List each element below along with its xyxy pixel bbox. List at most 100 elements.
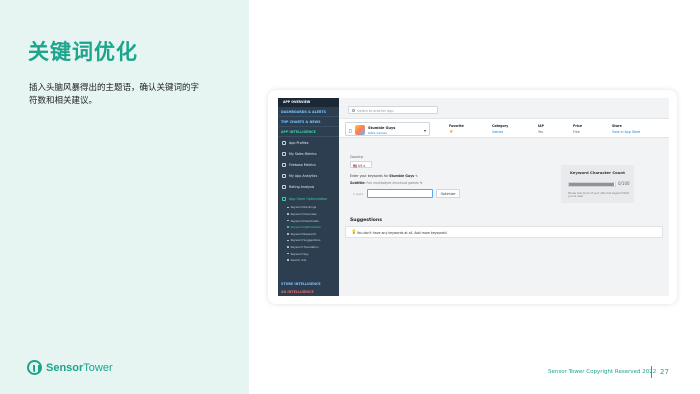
analytics-icon <box>282 174 286 179</box>
sidebar-item-label: Rating Analysis <box>289 185 315 190</box>
country-label: Country: <box>350 155 364 159</box>
suggestions-text: You don't have any keywords at all. Add … <box>357 231 448 235</box>
sidebar-subitem-keyword-optimization[interactable]: Keyword Optimization <box>278 224 339 231</box>
sidebar-header[interactable]: APP OVERVIEW <box>278 98 339 107</box>
keywords-app-name: Stumble Guys <box>389 174 415 178</box>
logo-text-bold: Sensor <box>46 361 84 374</box>
bullet-icon <box>287 233 289 235</box>
meta-value[interactable]: Games <box>492 130 508 134</box>
meta-key: IAP <box>538 124 544 128</box>
sales-metrics-icon <box>282 151 286 156</box>
edit-icon[interactable]: ✎ <box>415 174 418 178</box>
edit-icon[interactable]: ✎ <box>420 181 423 185</box>
app-name: Stumble Guys <box>368 126 396 130</box>
sidebar-item-rating-analysis[interactable]: Rating Analysis <box>278 182 339 193</box>
keyword-row-number: 1 (set) <box>353 191 363 196</box>
kcc-progress-bar <box>568 182 616 187</box>
sidebar-item-label: App Profiles <box>289 140 309 145</box>
sidebar-subitem-label: Keyword Translation <box>290 244 319 249</box>
sidebar-subitem-keyword-rankings[interactable]: Keyword Rankings <box>278 204 339 211</box>
sidebar-section-dashboards[interactable]: DASHBOARDS & ALERTS <box>278 107 339 117</box>
app-publisher[interactable]: Kitka Games <box>368 131 387 135</box>
bullet-icon <box>287 226 289 228</box>
sidebar-item-aso[interactable]: App Store Optimization <box>278 193 339 204</box>
footer-divider <box>651 366 652 378</box>
firebase-icon <box>282 162 286 167</box>
meta-category: Category Games <box>492 124 508 134</box>
country-select[interactable]: 🇺🇸 US ▾ <box>350 161 372 168</box>
bullet-icon <box>287 239 289 242</box>
sidebar-subitem-label: Search Ads <box>290 258 307 263</box>
sidebar-section-app-intelligence[interactable]: APP INTELLIGENCE <box>278 127 339 137</box>
meta-key: Price <box>573 124 583 128</box>
sidebar-subitem-keyword-research[interactable]: Keyword Research <box>278 231 339 238</box>
bullet-icon <box>287 213 289 215</box>
bullet-icon <box>287 219 289 222</box>
sidebar-subitem-label: Keyword Downloads <box>290 218 319 223</box>
app-profiles-icon <box>282 140 286 145</box>
sidebar-item-app-profiles[interactable]: App Profiles <box>278 137 339 148</box>
logo-text-light: Tower <box>83 361 113 374</box>
sidebar-item-sales-metrics[interactable]: My Sales Metrics <box>278 148 339 159</box>
suggestions-title: Suggestions <box>350 218 382 223</box>
meta-key: Favorite <box>449 124 464 128</box>
sidebar-item-label: My App Analytics <box>289 174 318 179</box>
suggestions-box: 💡 You don't have any keywords at all. Ad… <box>345 226 663 238</box>
app-selector[interactable]:  Stumble Guys Kitka Games ▾ <box>345 122 430 136</box>
view-in-app-store-link[interactable]: View in App Store <box>612 130 640 134</box>
sidebar-subitem-label: Keyword Research <box>290 231 317 236</box>
search-input[interactable]: Switch to another app <box>348 106 438 114</box>
sidebar-section-ad-intelligence[interactable]: AD INTELLIGENCE <box>281 290 336 294</box>
sensor-tower-logo-icon <box>27 360 42 375</box>
left-panel: 关键词优化 插入头脑风暴得出的主题语，确认关键词的字符数和相关建议。 Senso… <box>0 0 249 394</box>
meta-store: Store View in App Store <box>612 124 640 134</box>
sidebar-item-label: Firebase Metrics <box>289 162 316 167</box>
sidebar-subitem-search-ads[interactable]: Search Ads <box>278 257 339 264</box>
meta-favorite: Favorite ★ <box>449 124 464 135</box>
search-icon <box>352 109 355 113</box>
kcc-progress-fill <box>569 183 615 186</box>
subtitle-line: Subtitle: Fun multiplayer knockout games… <box>350 181 423 185</box>
sidebar-subitem-keyword-suggestions[interactable]: Keyword Suggestions <box>278 237 339 244</box>
meta-iap: IAP Yes <box>538 124 544 134</box>
sidebar-item-label: App Store Optimization <box>289 196 328 201</box>
app-window: APP OVERVIEW DASHBOARDS & ALERTS TOP CHA… <box>278 98 669 296</box>
copyright: Sensor Tower Copyright Reserved 2022 <box>548 369 657 375</box>
sidebar-section-top-charts[interactable]: TOP CHARTS & NEWS <box>278 117 339 127</box>
app-screenshot-card: APP OVERVIEW DASHBOARDS & ALERTS TOP CHA… <box>268 90 677 304</box>
keywords-prefix: Enter your keywords for <box>350 174 389 178</box>
kcc-value: 0/100 <box>618 181 630 186</box>
star-icon[interactable]: ★ <box>449 130 464 135</box>
slide-description: 插入头脑风暴得出的主题语，确认关键词的字符数和相关建议。 <box>29 83 200 106</box>
sidebar-subitem-keyword-overview[interactable]: Keyword Overview <box>278 211 339 218</box>
sidebar: APP OVERVIEW DASHBOARDS & ALERTS TOP CHA… <box>278 98 339 296</box>
kcc-note: Shows how much of your 100-char keyword … <box>568 192 629 198</box>
sidebar-subitem-label: Keyword Overview <box>290 212 317 217</box>
sidebar-subitem-label: Keyword Suggestions <box>290 238 321 243</box>
kcc-title: Keyword Character Count <box>570 170 625 175</box>
apple-icon:  <box>349 128 351 133</box>
bullet-icon <box>287 252 289 255</box>
sidebar-subitem-keyword-downloads[interactable]: Keyword Downloads <box>278 217 339 224</box>
bullet-icon <box>287 259 289 261</box>
subtitle-label: Subtitle: <box>350 181 366 185</box>
sidebar-item-app-analytics[interactable]: My App Analytics <box>278 171 339 182</box>
keywords-instruction: Enter your keywords for Stumble Guys ✎ <box>350 174 418 178</box>
keyword-input[interactable] <box>367 189 433 198</box>
sidebar-item-firebase-metrics[interactable]: Firebase Metrics <box>278 159 339 170</box>
sidebar-subitem-keyword-spy[interactable]: Keyword Spy <box>278 250 339 257</box>
sidebar-subitem-label: Keyword Optimization <box>290 225 322 230</box>
sidebar-subitem-label: Keyword Rankings <box>290 205 317 210</box>
sidebar-section-store-intelligence[interactable]: STORE INTELLIGENCE <box>281 282 336 290</box>
meta-value: Yes <box>538 130 544 134</box>
bullet-icon <box>287 246 289 248</box>
meta-key: Store <box>612 124 622 128</box>
sidebar-bottom: STORE INTELLIGENCE AD INTELLIGENCE <box>278 279 339 296</box>
sidebar-subitem-keyword-translation[interactable]: Keyword Translation <box>278 244 339 251</box>
app-icon <box>355 125 365 135</box>
aso-icon <box>282 196 286 201</box>
search-placeholder: Switch to another app <box>357 109 394 113</box>
subtitle-value: Fun multiplayer knockout games <box>366 181 419 185</box>
optimize-button[interactable]: Optimize <box>436 189 460 198</box>
sidebar-subitem-label: Keyword Spy <box>290 251 309 256</box>
